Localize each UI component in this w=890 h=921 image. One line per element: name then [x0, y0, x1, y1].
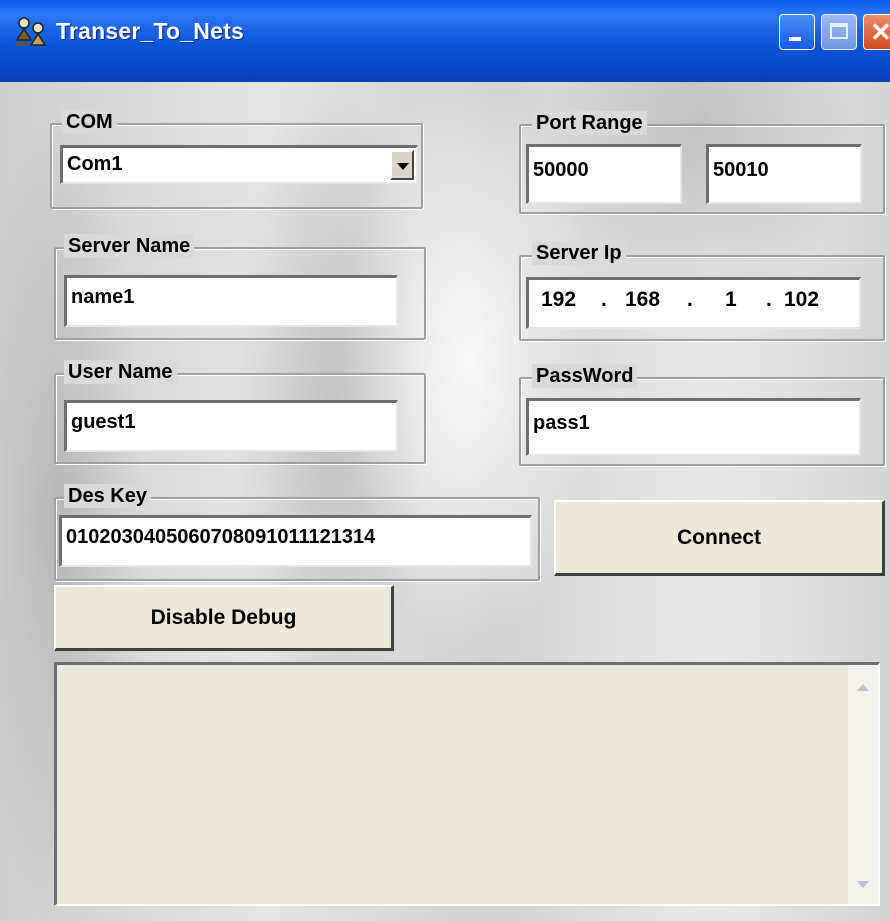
port-range-start-input[interactable]: 50000	[526, 144, 682, 204]
maximize-icon	[830, 23, 848, 39]
minimize-button[interactable]	[779, 14, 815, 50]
debug-log-textarea[interactable]	[54, 662, 880, 906]
title-bar[interactable]: Transer_To_Nets ✕	[0, 0, 890, 82]
maximize-button[interactable]	[821, 14, 857, 50]
server-ip-label: Server Ip	[532, 241, 626, 265]
close-icon: ✕	[870, 17, 890, 47]
disable-debug-button[interactable]: Disable Debug	[54, 585, 394, 651]
des-key-label: Des Key	[64, 484, 151, 508]
server-name-label: Server Name	[64, 234, 195, 258]
log-scrollbar[interactable]	[848, 665, 878, 904]
window-title: Transer_To_Nets	[56, 18, 244, 44]
ip-octet-3: 1	[725, 288, 737, 311]
com-selected-value: Com1	[67, 153, 123, 175]
close-button[interactable]: ✕	[863, 14, 890, 50]
password-label: PassWord	[532, 364, 638, 388]
ip-dot: .	[766, 288, 772, 311]
ip-dot: .	[687, 288, 693, 311]
des-key-input[interactable]: 0102030405060708091011121314	[59, 515, 532, 567]
server-name-input[interactable]: name1	[64, 275, 398, 327]
app-window: Transer_To_Nets ✕ COM Com1 Port Range 50…	[0, 0, 890, 921]
ip-octet-4: 102	[784, 288, 820, 311]
server-ip-input[interactable]: 192 . 168 . 1 . 102	[526, 277, 861, 329]
password-input[interactable]: pass1	[526, 398, 861, 456]
port-range-end-input[interactable]: 50010	[706, 144, 862, 204]
ip-octet-2: 168	[625, 288, 661, 311]
scroll-down-button[interactable]	[849, 870, 877, 898]
com-dropdown-button[interactable]	[390, 150, 414, 180]
port-range-label: Port Range	[532, 111, 647, 135]
minimize-icon	[789, 37, 801, 41]
user-name-input[interactable]: guest1	[64, 400, 398, 452]
user-name-label: User Name	[64, 360, 177, 384]
ip-dot: .	[601, 288, 607, 311]
com-label: COM	[62, 110, 117, 134]
scroll-up-button[interactable]	[849, 675, 877, 703]
chevron-down-icon	[397, 163, 409, 170]
connect-button[interactable]: Connect	[554, 500, 885, 576]
network-app-icon	[15, 17, 47, 46]
scroll-up-icon	[857, 684, 869, 691]
scroll-down-icon	[857, 881, 869, 888]
ip-octet-1: 192	[541, 288, 577, 311]
com-select[interactable]: Com1	[60, 145, 418, 184]
